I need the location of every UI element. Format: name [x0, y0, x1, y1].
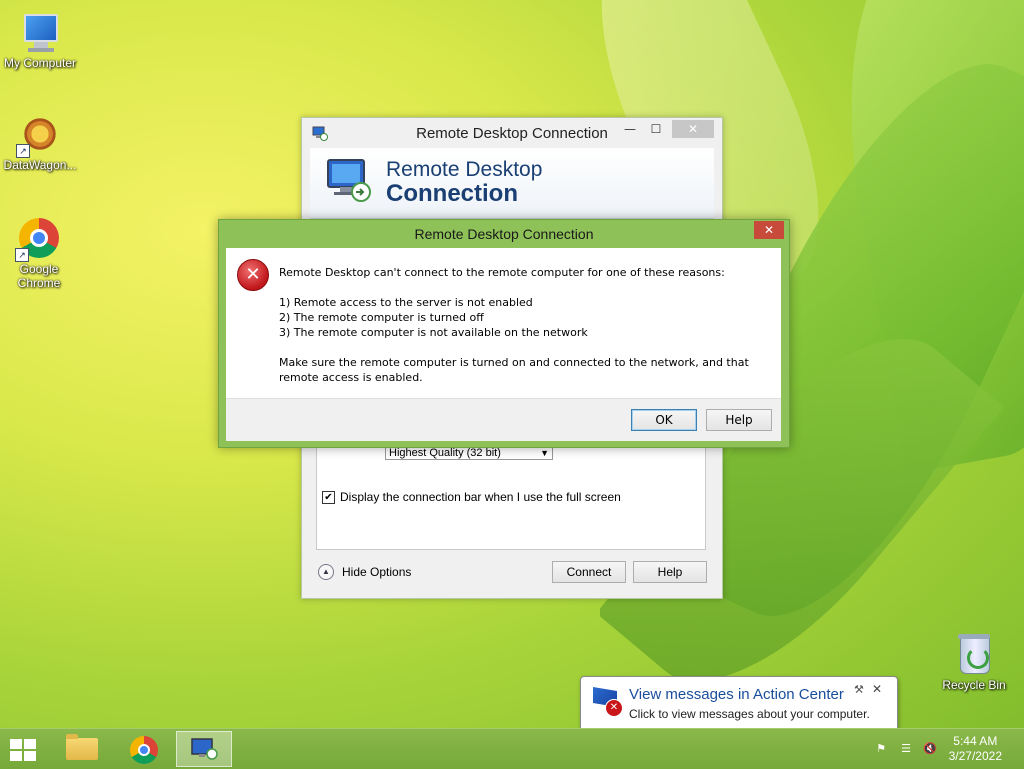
notification-title[interactable]: View messages in Action Center [629, 686, 844, 703]
clock-date: 3/27/2022 [948, 749, 1002, 763]
error-dialog-body: ✕ Remote Desktop can't connect to the re… [226, 248, 781, 398]
error-dialog[interactable]: Remote Desktop Connection ✕ ✕ Remote Des… [218, 219, 790, 448]
error-icon: ✕ [237, 259, 269, 291]
notification-close-button[interactable]: ✕ [872, 682, 882, 696]
connection-bar-checkbox-row[interactable]: ✔ Display the connection bar when I use … [322, 490, 621, 504]
error-reason: 1) Remote access to the server is not en… [279, 296, 533, 309]
desktop-icon-recycle-bin[interactable]: Recycle Bin [934, 632, 1014, 692]
wrench-icon[interactable]: ⚒ [854, 683, 864, 696]
start-button[interactable] [8, 737, 38, 761]
chrome-icon: ↗ [15, 216, 61, 262]
action-center-notification[interactable]: ✕ View messages in Action Center Click t… [580, 676, 898, 743]
close-button[interactable]: ✕ [672, 120, 714, 138]
system-clock[interactable]: 5:44 AM 3/27/2022 [949, 734, 1002, 764]
datawagon-icon: ↗ [16, 112, 62, 158]
desktop-icon-label: Recycle Bin [942, 678, 1006, 692]
desktop-icon-my-computer[interactable]: My Computer [0, 10, 80, 70]
connection-bar-checkbox-label: Display the connection bar when I use th… [340, 490, 621, 504]
rdc-titlebar[interactable]: Remote Desktop Connection — ☐ ✕ [302, 118, 722, 148]
error-dialog-title: Remote Desktop Connection [414, 226, 594, 242]
rdc-help-button[interactable]: Help [633, 561, 707, 583]
taskbar-remote-desktop[interactable] [176, 731, 232, 767]
maximize-button[interactable]: ☐ [646, 120, 666, 138]
folder-icon [66, 734, 98, 760]
remote-desktop-icon [191, 738, 218, 760]
connect-button[interactable]: Connect [552, 561, 626, 583]
shortcut-arrow-icon: ↗ [16, 144, 30, 158]
remote-desktop-icon [327, 159, 371, 202]
computer-icon [18, 10, 62, 54]
error-message: Remote Desktop can't connect to the remo… [279, 265, 774, 385]
taskbar-file-explorer[interactable] [54, 731, 110, 767]
desktop-icon-datawagon[interactable]: ↗ DataWagon... [0, 112, 80, 172]
minimize-button[interactable]: — [620, 120, 640, 138]
desktop-icon-label: My Computer [3, 56, 77, 70]
banner-title-line1: Remote Desktop [386, 158, 543, 181]
windows-logo-icon [10, 739, 22, 749]
error-dialog-titlebar[interactable]: Remote Desktop Connection ✕ [219, 220, 789, 248]
color-depth-value: Highest Quality (32 bit) [389, 447, 501, 459]
error-help-button[interactable]: Help [706, 409, 772, 431]
recycle-bin-icon [952, 632, 996, 676]
rdc-banner: Remote Desktop Connection [310, 148, 714, 219]
error-message-outro: Make sure the remote computer is turned … [279, 356, 749, 384]
banner-title-line2: Connection [386, 180, 518, 207]
ok-button[interactable]: OK [631, 409, 697, 431]
taskbar: ⚑ ☰ 🔇 5:44 AM 3/27/2022 [0, 728, 1024, 769]
chevron-up-icon: ▲ [318, 564, 334, 580]
volume-muted-icon[interactable]: 🔇 [922, 741, 938, 757]
chrome-icon [130, 736, 158, 764]
clock-time: 5:44 AM [953, 734, 998, 748]
desktop-icon-label: DataWagon... [3, 158, 77, 172]
desktop-icon-label: Google Chrome [17, 262, 61, 290]
action-center-flag-icon: ✕ [591, 685, 623, 717]
connection-bar-checkbox[interactable]: ✔ [322, 490, 335, 504]
error-dialog-close-button[interactable]: ✕ [754, 221, 784, 239]
action-center-tray-icon[interactable]: ⚑ [873, 741, 889, 757]
error-reason: 3) The remote computer is not available … [279, 326, 588, 339]
error-dialog-footer: OK Help [226, 398, 781, 441]
error-message-intro: Remote Desktop can't connect to the remo… [279, 266, 725, 279]
taskbar-google-chrome[interactable] [116, 731, 172, 767]
notification-subtitle[interactable]: Click to view messages about your comput… [629, 707, 870, 721]
hide-options-toggle[interactable]: ▲ Hide Options [318, 564, 411, 580]
hide-options-label: Hide Options [342, 565, 412, 579]
desktop-icon-google-chrome[interactable]: ↗ Google Chrome [0, 216, 78, 290]
shortcut-arrow-icon: ↗ [15, 248, 29, 262]
error-reason: 2) The remote computer is turned off [279, 311, 484, 324]
network-icon[interactable]: ☰ [898, 741, 914, 757]
